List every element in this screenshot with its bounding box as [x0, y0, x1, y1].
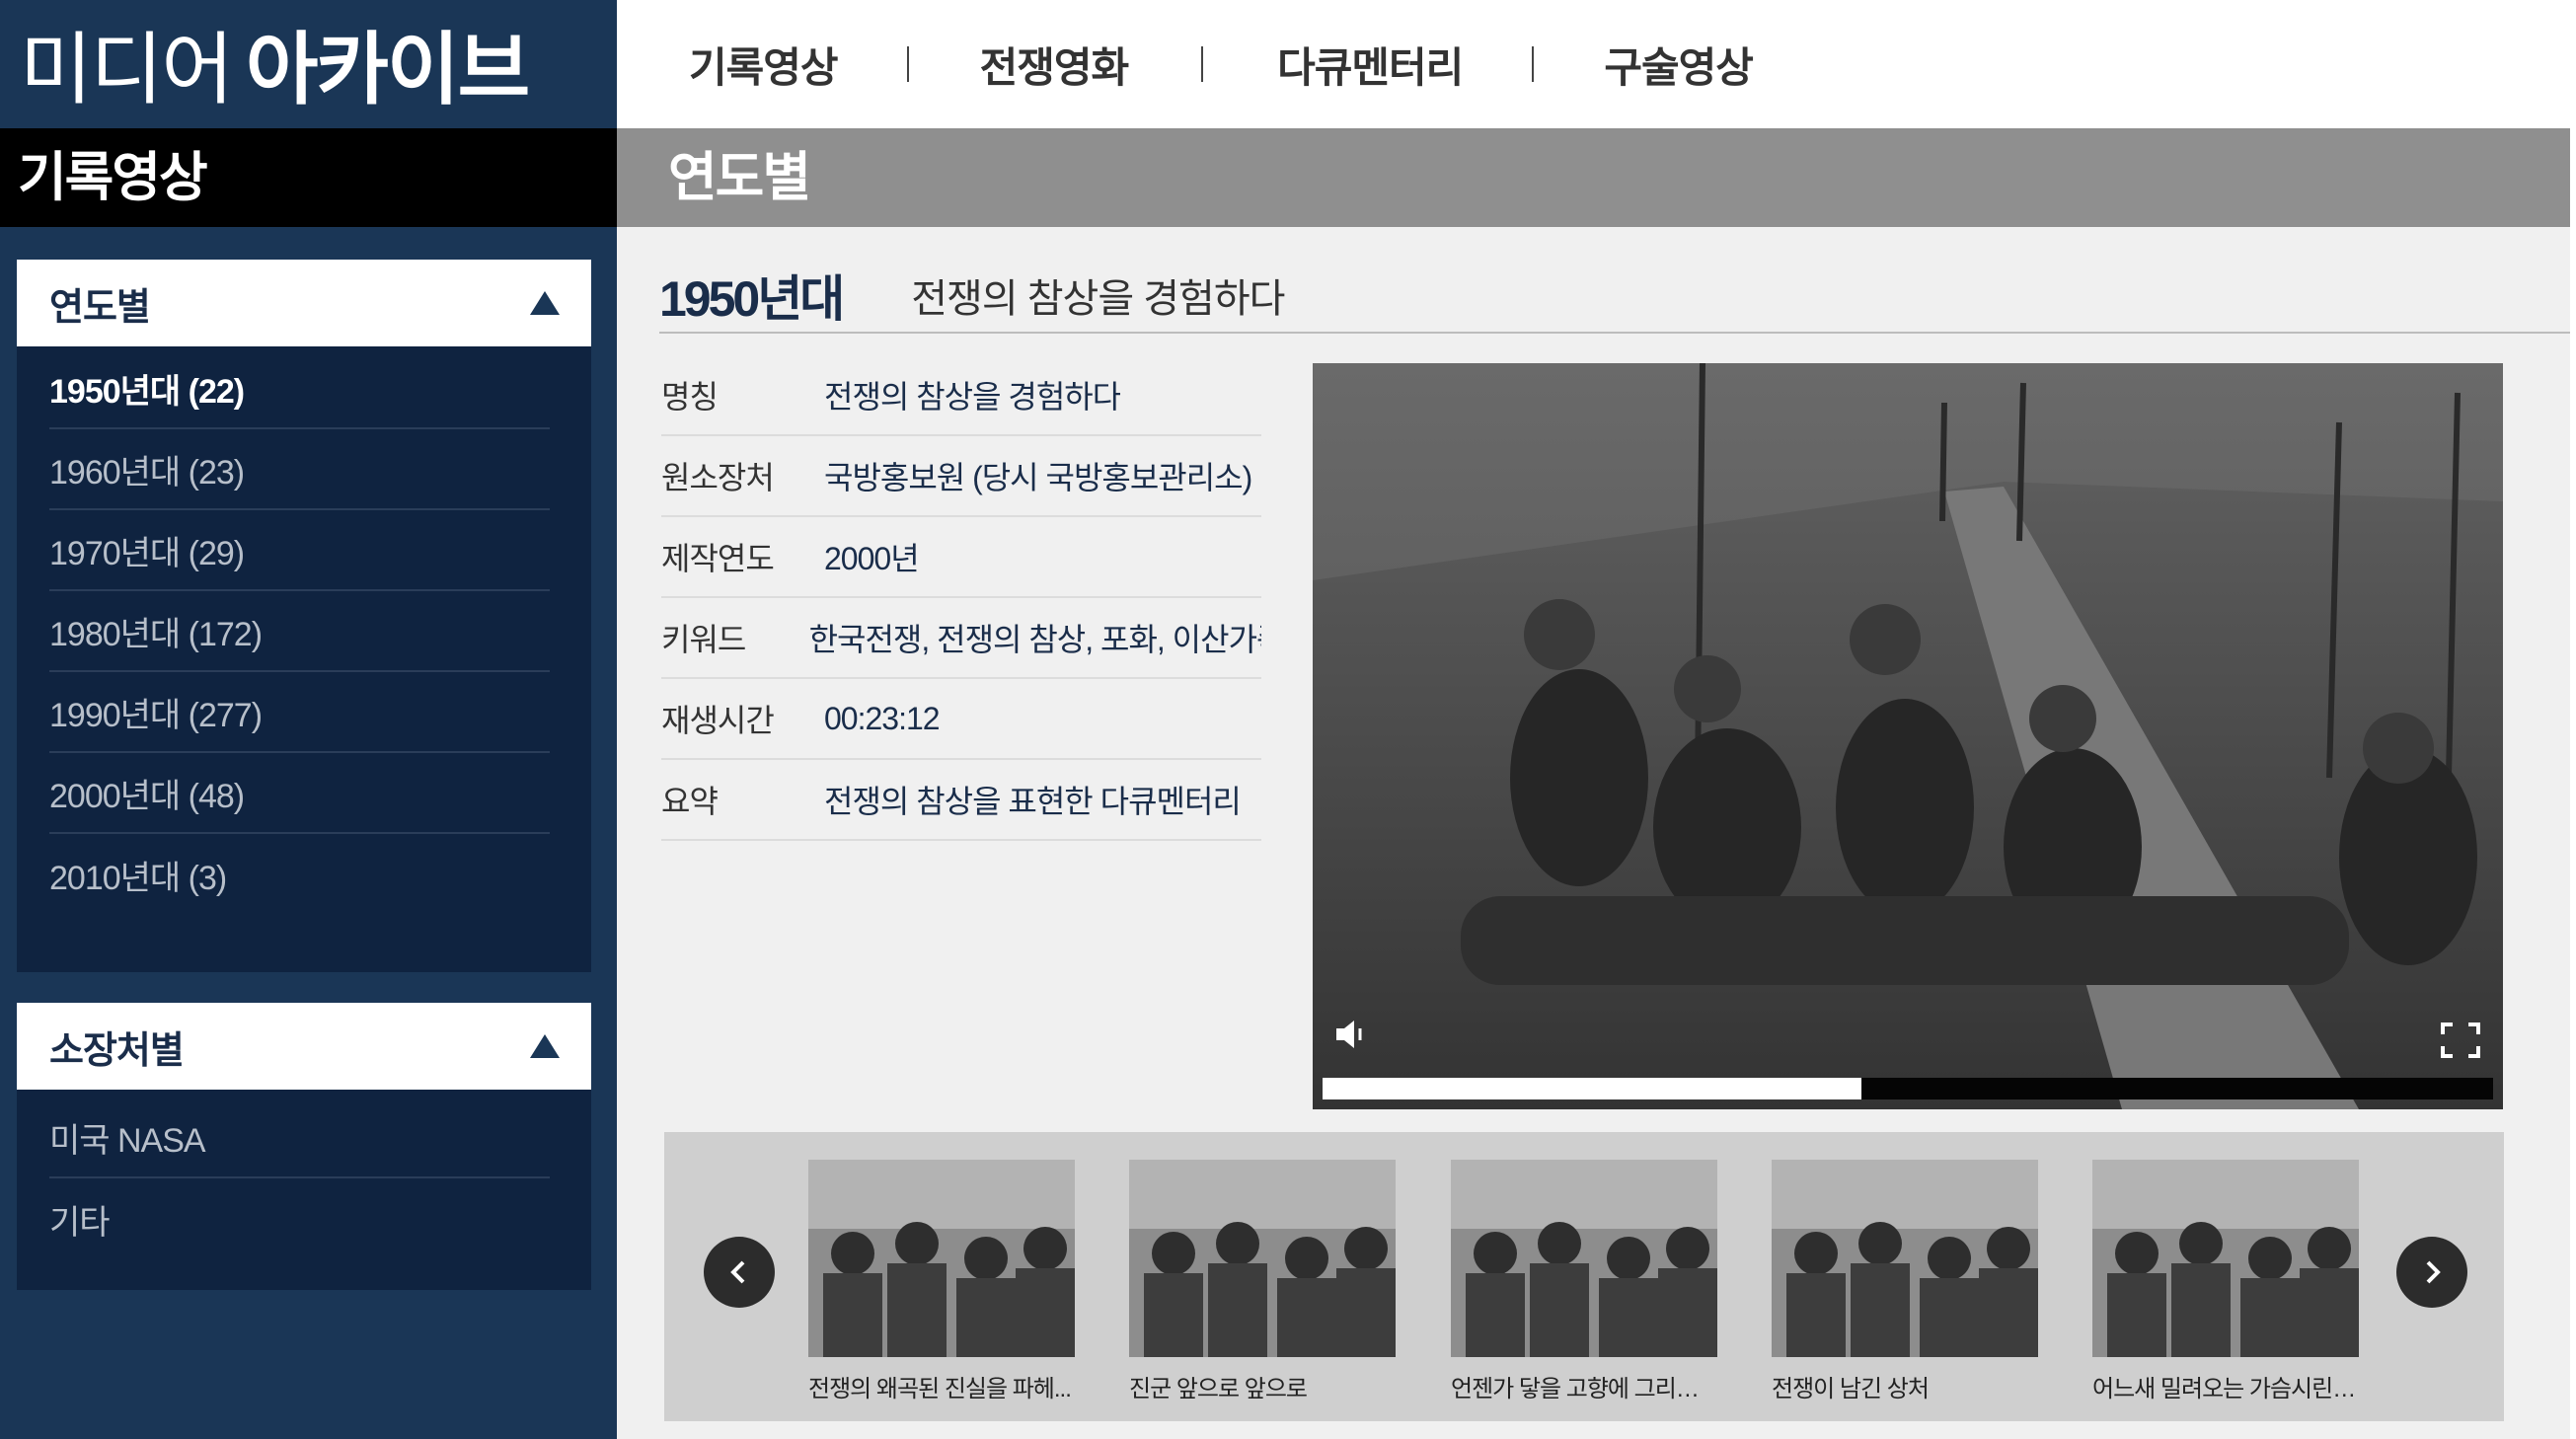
info-row: 재생시간 00:23:12: [661, 679, 1261, 760]
video-subtitle: 전쟁의 참상을 경험하다: [911, 277, 1285, 321]
year-filter-header[interactable]: 연도별: [17, 260, 591, 346]
thumbnail-item[interactable]: 진군 앞으로 앞으로: [1129, 1160, 1396, 1403]
year-item-1970s[interactable]: 1970년대 (29): [49, 510, 550, 591]
year-item-1980s[interactable]: 1980년대 (172): [49, 591, 550, 672]
sidebar: 미디어 아카이브 기록영상 연도별 1950년대 (22) 1960년대 (23…: [0, 0, 617, 1439]
collection-filter-label: 소장처별: [49, 1029, 185, 1072]
top-navigation: 기록영상 전쟁영화 다큐멘터리 구술영상: [617, 0, 2576, 128]
thumbnail-caption: 언젠가 닿을 고향에 그리움을 ...: [1451, 1376, 1717, 1402]
nav-oral-video[interactable]: 구술영상: [1604, 35, 1754, 95]
info-row: 키워드 한국전쟁, 전쟁의 참상, 포화, 이산가족...: [661, 598, 1261, 679]
thumbnail-caption: 전쟁의 왜곡된 진실을 파헤...: [808, 1376, 1072, 1402]
carousel-next-button[interactable]: [2396, 1237, 2467, 1308]
chevron-left-icon: [730, 1260, 745, 1284]
info-value: 2000년: [824, 541, 919, 576]
nav-war-movie[interactable]: 전쟁영화: [980, 35, 1130, 95]
info-value: 국방홍보원 (당시 국방홍보관리소): [824, 460, 1252, 495]
collection-item-nasa[interactable]: 미국 NASA: [49, 1098, 550, 1178]
info-value: 한국전쟁, 전쟁의 참상, 포화, 이산가족...: [808, 622, 1261, 657]
thumbnail-carousel: 전쟁의 왜곡된 진실을 파헤... 진군 앞으로 앞으로 언젠가 닿을 고향에 …: [664, 1132, 2504, 1421]
thumbnail-caption: 전쟁이 남긴 상처: [1772, 1376, 1930, 1402]
thumbnail-item[interactable]: 전쟁이 남긴 상처: [1772, 1160, 2038, 1403]
collection-item-other[interactable]: 기타: [49, 1178, 550, 1259]
collection-filter-header[interactable]: 소장처별: [17, 1003, 591, 1090]
info-key: 명칭: [661, 379, 719, 415]
nav-divider: [1201, 46, 1204, 82]
collection-filter-panel: 소장처별 미국 NASA 기타: [17, 1003, 591, 1290]
year-item-1960s[interactable]: 1960년대 (23): [49, 429, 550, 510]
carousel-prev-button[interactable]: [704, 1237, 775, 1308]
thumbnail-image: [2092, 1160, 2359, 1357]
year-filter-panel: 연도별 1950년대 (22) 1960년대 (23) 1970년대 (29) …: [17, 260, 591, 972]
info-row: 명칭 전쟁의 참상을 경험하다: [661, 355, 1261, 436]
nav-divider: [906, 46, 909, 82]
info-key: 재생시간: [661, 703, 775, 738]
logo-thin-text: 미디어: [20, 26, 234, 114]
thumbnail-image: [808, 1160, 1075, 1357]
info-row: 원소장처 국방홍보원 (당시 국방홍보관리소): [661, 436, 1261, 517]
info-key: 키워드: [661, 622, 746, 657]
year-item-1950s[interactable]: 1950년대 (22): [49, 348, 550, 429]
thumbnail-image: [1772, 1160, 2038, 1357]
nav-record-video[interactable]: 기록영상: [689, 35, 839, 95]
thumbnail-caption: 어느새 밀려오는 가슴시린 기억: [2092, 1376, 2359, 1402]
collapse-up-icon[interactable]: [530, 1034, 560, 1058]
thumbnail-item[interactable]: 어느새 밀려오는 가슴시린 기억: [2092, 1160, 2359, 1403]
logo-bold-text: 아카이브: [245, 26, 530, 114]
progress-fill: [1323, 1078, 1861, 1099]
volume-icon[interactable]: [1332, 1017, 1368, 1052]
info-value: 00:23:12: [824, 700, 940, 736]
video-info-table: 명칭 전쟁의 참상을 경험하다 원소장처 국방홍보원 (당시 국방홍보관리소) 제작…: [661, 355, 1261, 841]
site-logo[interactable]: 미디어 아카이브: [20, 14, 530, 114]
thumbnail-item[interactable]: 전쟁의 왜곡된 진실을 파헤...: [808, 1160, 1075, 1403]
year-item-2010s[interactable]: 2010년대 (3): [49, 834, 550, 915]
info-key: 요약: [661, 784, 719, 819]
thumbnail-caption: 진군 앞으로 앞으로: [1129, 1376, 1308, 1402]
content-heading: 1950년대 전쟁의 참상을 경험하다: [659, 259, 2570, 334]
nav-documentary[interactable]: 다큐멘터리: [1277, 35, 1464, 95]
video-player[interactable]: [1313, 363, 2503, 1109]
thumbnail-image: [1451, 1160, 1717, 1357]
collapse-up-icon[interactable]: [530, 291, 560, 315]
info-row: 제작연도 2000년: [661, 517, 1261, 598]
video-frame: [1313, 363, 2503, 1109]
info-value: 전쟁의 참상을 경험하다: [824, 379, 1121, 415]
year-filter-label: 연도별: [49, 286, 151, 329]
chevron-right-icon: [2426, 1260, 2441, 1284]
sidebar-title: 기록영상: [0, 128, 617, 227]
info-key: 제작연도: [661, 541, 775, 576]
year-item-1990s[interactable]: 1990년대 (277): [49, 672, 550, 753]
era-title: 1950년대: [659, 271, 845, 327]
info-value: 전쟁의 참상을 표현한 다큐멘터리: [824, 784, 1241, 819]
right-edge: [2570, 0, 2576, 1439]
info-key: 원소장처: [661, 460, 775, 495]
thumbnail-image: [1129, 1160, 1396, 1357]
nav-divider: [1532, 46, 1535, 82]
year-item-2000s[interactable]: 2000년대 (48): [49, 753, 550, 834]
fullscreen-icon[interactable]: [2441, 1022, 2480, 1058]
info-row: 요약 전쟁의 참상을 표현한 다큐멘터리: [661, 760, 1261, 841]
section-banner: 연도별: [617, 128, 2570, 227]
progress-bar[interactable]: [1323, 1078, 2493, 1099]
thumbnail-item[interactable]: 언젠가 닿을 고향에 그리움을 ...: [1451, 1160, 1717, 1403]
